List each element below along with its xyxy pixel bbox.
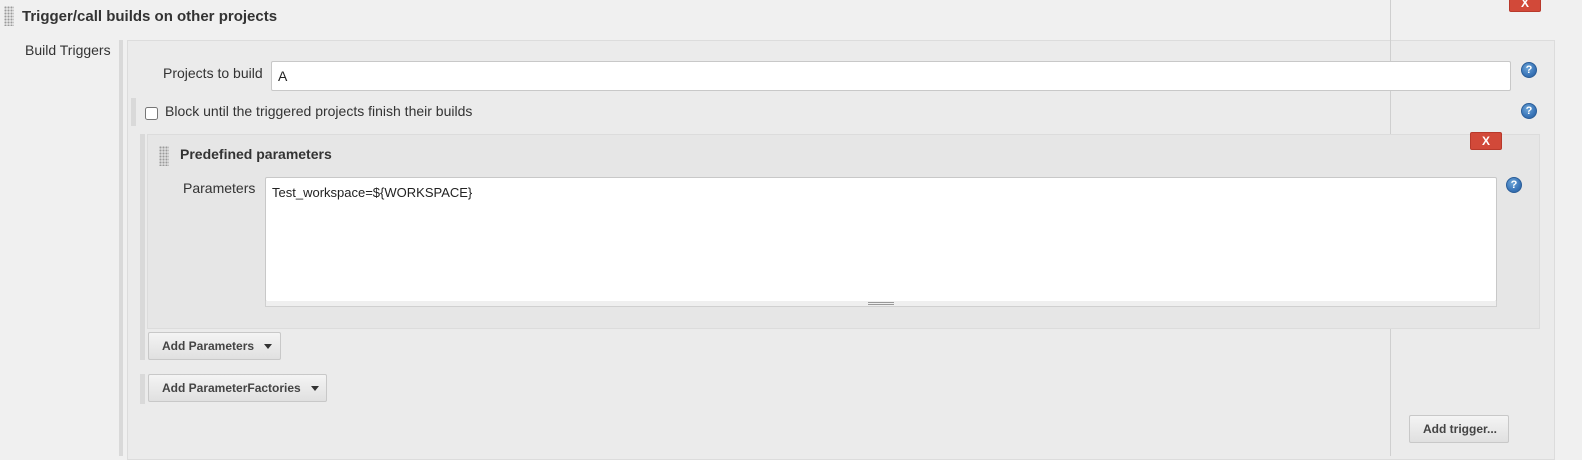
add-parameters-label: Add Parameters — [162, 339, 255, 353]
add-parameter-factories-button[interactable]: Add ParameterFactories — [148, 374, 327, 402]
help-icon[interactable]: ? — [1521, 62, 1537, 78]
section-indent-bar — [119, 40, 123, 456]
build-triggers-label: Build Triggers — [25, 42, 111, 58]
factories-indent-bar — [140, 374, 145, 404]
delete-predefined-parameters-button[interactable]: X — [1470, 132, 1502, 150]
add-trigger-label: Add trigger... — [1423, 422, 1498, 436]
help-icon[interactable]: ? — [1506, 177, 1522, 193]
chevron-down-icon — [310, 385, 319, 391]
block-until-finish-checkbox[interactable] — [145, 107, 158, 120]
chevron-down-icon — [264, 343, 273, 349]
parameters-textarea[interactable] — [265, 177, 1497, 302]
block-until-finish-label[interactable]: Block until the triggered projects finis… — [165, 103, 472, 119]
delete-section-button[interactable]: X — [1509, 0, 1541, 12]
section-title: Trigger/call builds on other projects — [22, 8, 278, 25]
help-icon[interactable]: ? — [1521, 103, 1537, 119]
add-parameter-factories-label: Add ParameterFactories — [162, 381, 301, 395]
drag-handle-icon[interactable] — [4, 6, 14, 26]
checkbox-indent-bar — [131, 98, 136, 126]
add-trigger-button[interactable]: Add trigger... — [1409, 415, 1509, 443]
predefined-parameters-title: Predefined parameters — [180, 146, 332, 162]
parameters-indent-bar — [140, 134, 145, 360]
add-parameters-button[interactable]: Add Parameters — [148, 332, 281, 360]
parameters-label: Parameters — [183, 180, 256, 196]
projects-to-build-input[interactable] — [271, 61, 1511, 91]
projects-to-build-label: Projects to build — [163, 65, 263, 81]
textarea-resize-handle[interactable] — [265, 301, 1497, 307]
drag-handle-icon[interactable] — [159, 146, 169, 166]
